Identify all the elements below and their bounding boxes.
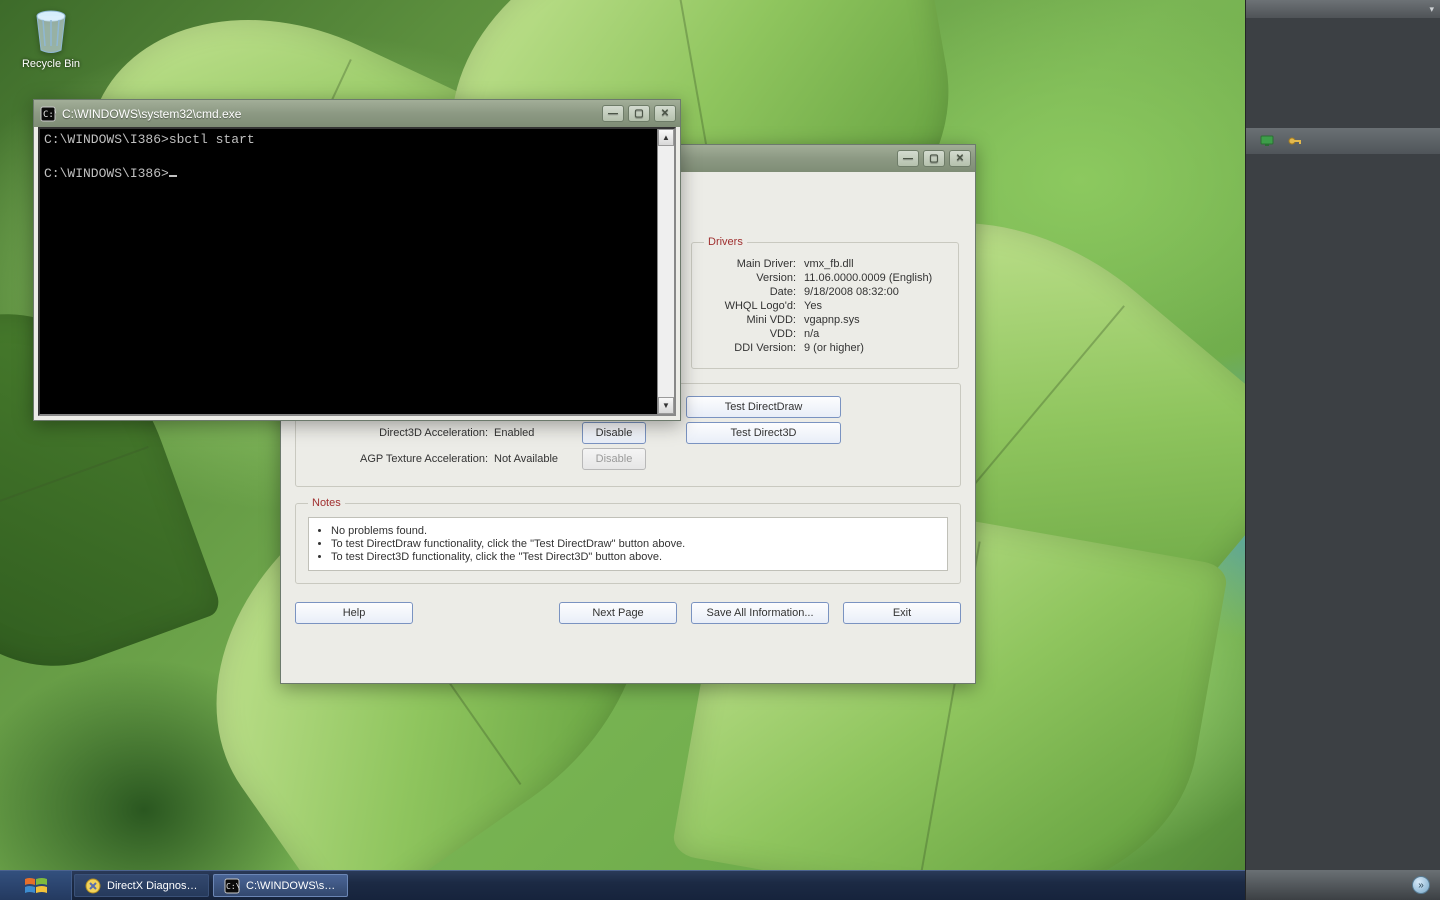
test-direct3d-button[interactable]: Test Direct3D [686,422,841,444]
cmd-task-icon: C:\ [224,878,240,894]
svg-text:C:\: C:\ [226,882,240,891]
cmd-titlebar[interactable]: C:\ C:\WINDOWS\system32\cmd.exe — ▢ ✕ [34,100,680,127]
help-button[interactable]: Help [295,602,413,624]
expand-chevron-icon[interactable]: » [1412,876,1430,894]
vdd-value: n/a [804,328,819,340]
minivdd-value: vgapnp.sys [804,314,860,326]
minimize-button[interactable]: — [897,150,919,167]
date-value: 9/18/2008 08:32:00 [804,286,899,298]
direct3d-label: Direct3D Acceleration: [308,427,488,439]
whql-label: WHQL Logo'd: [704,300,796,312]
host-bottombar: » [1246,870,1440,900]
test-directdraw-button[interactable]: Test DirectDraw [686,396,841,418]
taskbar-item-dxdiag[interactable]: DirectX Diagnostic... [74,874,209,897]
cursor-icon [169,175,177,177]
exit-button[interactable]: Exit [843,602,961,624]
cmd-title: C:\WINDOWS\system32\cmd.exe [62,107,602,121]
date-label: Date: [704,286,796,298]
taskbar-item-cmd[interactable]: C:\ C:\WINDOWS\sys... [213,874,348,897]
recycle-bin-icon [31,8,71,54]
windows-logo-icon [23,875,49,897]
cmd-body[interactable]: C:\WINDOWS\I386>sbctl start C:\WINDOWS\I… [38,127,676,416]
ddi-label: DDI Version: [704,342,796,354]
host-sidebar: ▾ » [1245,0,1440,900]
chevron-down-icon[interactable]: ▾ [1429,4,1434,15]
notes-group: Notes No problems found. To test DirectD… [295,497,961,584]
scroll-up-button[interactable]: ▲ [658,129,674,146]
agp-label: AGP Texture Acceleration: [308,453,488,465]
vdd-label: VDD: [704,328,796,340]
dxdiag-task-icon [85,878,101,894]
taskbar-item-label: DirectX Diagnostic... [107,880,198,892]
svg-text:C:\: C:\ [43,110,56,120]
ddi-value: 9 (or higher) [804,342,864,354]
scroll-down-button[interactable]: ▼ [658,397,674,414]
cmd-content: C:\WINDOWS\I386>sbctl start C:\WINDOWS\I… [40,129,657,414]
taskbar-item-label: C:\WINDOWS\sys... [246,880,337,892]
maximize-button[interactable]: ▢ [628,105,650,122]
save-all-button[interactable]: Save All Information... [691,602,829,624]
version-label: Version: [704,272,796,284]
note-item: To test DirectDraw functionality, click … [331,538,941,550]
minivdd-label: Mini VDD: [704,314,796,326]
note-item: To test Direct3D functionality, click th… [331,551,941,563]
scroll-track[interactable] [658,146,674,397]
disable-direct3d-button[interactable]: Disable [582,422,646,444]
start-button[interactable] [0,871,72,900]
notes-legend: Notes [308,497,345,509]
cmd-scrollbar[interactable]: ▲ ▼ [657,129,674,414]
recycle-bin-label: Recycle Bin [22,58,80,70]
recycle-bin-desktop-icon[interactable]: Recycle Bin [12,8,90,70]
agp-value: Not Available [494,453,582,465]
key-tray-icon[interactable] [1288,134,1302,148]
note-item: No problems found. [331,525,941,537]
host-tray [1246,128,1440,154]
disable-agp-button: Disable [582,448,646,470]
cmd-window: C:\ C:\WINDOWS\system32\cmd.exe — ▢ ✕ C:… [33,99,681,421]
drivers-legend: Drivers [704,236,747,248]
close-button[interactable]: ✕ [949,150,971,167]
main-driver-label: Main Driver: [704,258,796,270]
drivers-group: Drivers Main Driver: vmx_fb.dll Version: 1… [691,236,959,369]
whql-value: Yes [804,300,822,312]
main-driver-value: vmx_fb.dll [804,258,854,270]
host-topstrip: ▾ [1246,0,1440,18]
monitor-tray-icon[interactable] [1260,134,1274,148]
direct3d-value: Enabled [494,427,582,439]
maximize-button[interactable]: ▢ [923,150,945,167]
version-value: 11.06.0000.0009 (English) [804,272,932,284]
next-page-button[interactable]: Next Page [559,602,677,624]
taskbar: DirectX Diagnostic... C:\ C:\WINDOWS\sys… [0,870,1245,900]
cmd-icon: C:\ [40,106,56,122]
minimize-button[interactable]: — [602,105,624,122]
close-button[interactable]: ✕ [654,105,676,122]
